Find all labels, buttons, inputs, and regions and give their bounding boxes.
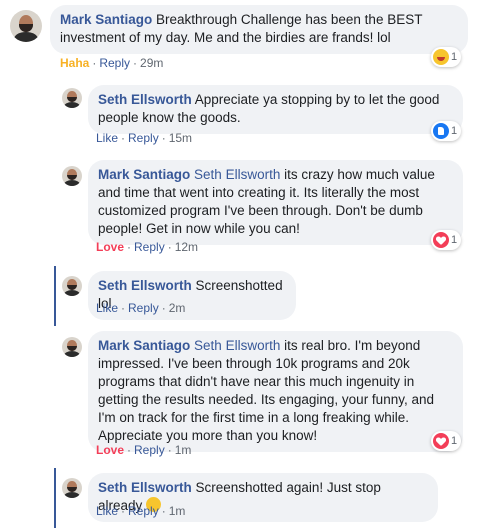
haha-reaction-icon (433, 49, 449, 65)
reaction-count-badge[interactable]: 1 (431, 431, 462, 451)
love-reaction-icon (433, 232, 449, 248)
like-button[interactable]: Like (96, 504, 118, 518)
reply-button[interactable]: Reply (128, 131, 159, 145)
reaction-button[interactable]: Haha (60, 56, 89, 70)
reaction-count-badge[interactable]: 1 (431, 230, 462, 250)
comment-author[interactable]: Mark Santiago (60, 12, 152, 27)
comment-bubble: Seth Ellsworth Appreciate ya stopping by… (88, 85, 463, 134)
reaction-count-badge[interactable]: 1 (431, 121, 462, 141)
comment-timestamp[interactable]: 12m (175, 240, 198, 254)
comment-timestamp[interactable]: 15m (169, 131, 192, 145)
avatar[interactable] (10, 10, 42, 42)
comment-timestamp[interactable]: 1m (169, 504, 186, 518)
comment-actions: Haha · Reply · 29m (60, 56, 164, 70)
comment-author[interactable]: Mark Santiago (98, 167, 190, 182)
comment-actions: Love · Reply · 12m (96, 240, 199, 254)
comment-actions: Like · Reply · 15m (96, 131, 193, 145)
reply-button[interactable]: Reply (128, 301, 159, 315)
avatar[interactable] (62, 166, 82, 186)
love-reaction-icon (433, 433, 449, 449)
comment-actions: Like · Reply · 1m (96, 504, 186, 518)
comment-timestamp[interactable]: 2m (169, 301, 186, 315)
reaction-count-badge[interactable]: 1 (431, 47, 462, 67)
comment-timestamp[interactable]: 29m (140, 56, 163, 70)
reply-button[interactable]: Reply (99, 56, 130, 70)
like-reaction-icon (433, 123, 449, 139)
mention-link[interactable]: Seth Ellsworth (194, 338, 280, 353)
comment-author[interactable]: Seth Ellsworth (98, 480, 192, 495)
comment-author[interactable]: Mark Santiago (98, 338, 190, 353)
thread-line (54, 266, 56, 326)
like-button[interactable]: Like (96, 131, 118, 145)
reply-button[interactable]: Reply (128, 504, 159, 518)
reply-button[interactable]: Reply (134, 443, 165, 457)
reaction-button[interactable]: Love (96, 443, 124, 457)
thread-line (54, 468, 56, 528)
comment-author[interactable]: Seth Ellsworth (98, 92, 192, 107)
comment-text: its real bro. I'm beyond impressed. I've… (98, 338, 434, 443)
mention-link[interactable]: Seth Ellsworth (194, 167, 280, 182)
comment-bubble: Mark Santiago Seth Ellsworth its crazy h… (88, 160, 463, 245)
avatar[interactable] (62, 88, 82, 108)
avatar[interactable] (62, 478, 82, 498)
avatar[interactable] (62, 337, 82, 357)
comment-bubble: Mark Santiago Seth Ellsworth its real br… (88, 331, 463, 452)
reply-button[interactable]: Reply (134, 240, 165, 254)
comment-timestamp[interactable]: 1m (175, 443, 192, 457)
reaction-button[interactable]: Love (96, 240, 124, 254)
comment-bubble: Mark Santiago Breakthrough Challenge has… (50, 5, 468, 54)
avatar[interactable] (62, 276, 82, 296)
comment-actions: Like · Reply · 2m (96, 301, 186, 315)
like-button[interactable]: Like (96, 301, 118, 315)
comment-actions: Love · Reply · 1m (96, 443, 192, 457)
comment-author[interactable]: Seth Ellsworth (98, 278, 192, 293)
